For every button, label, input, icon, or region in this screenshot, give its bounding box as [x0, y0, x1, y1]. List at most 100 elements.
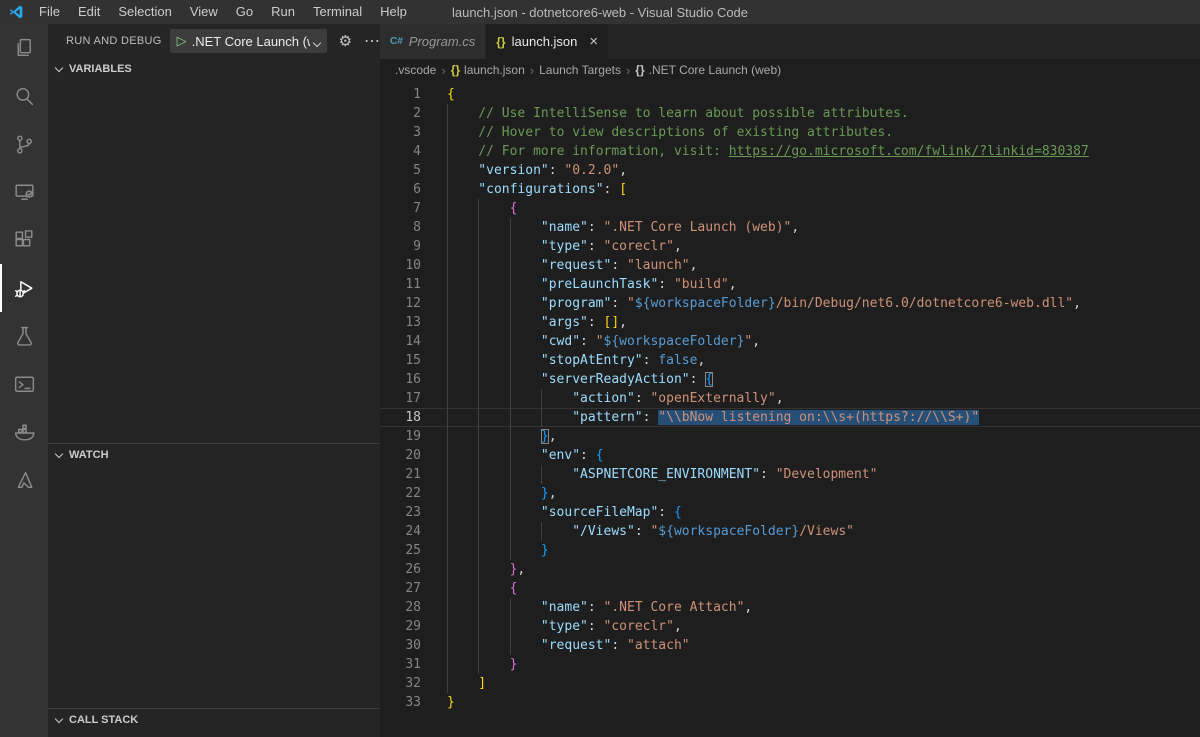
- line-number[interactable]: 1: [380, 85, 421, 104]
- menu-terminal[interactable]: Terminal: [304, 0, 371, 24]
- line-number[interactable]: 18: [380, 408, 421, 427]
- line-number[interactable]: 6: [380, 180, 421, 199]
- code-editor[interactable]: 1{2// Use IntelliSense to learn about po…: [380, 81, 1200, 737]
- line-number[interactable]: 28: [380, 598, 421, 617]
- run-and-debug-icon[interactable]: [0, 264, 48, 312]
- code-line[interactable]: 5"version": "0.2.0",: [380, 161, 1200, 180]
- remote-explorer-icon[interactable]: [0, 168, 48, 216]
- section-variables[interactable]: VARIABLES: [48, 58, 380, 80]
- code-line[interactable]: 29"type": "coreclr",: [380, 617, 1200, 636]
- testing-icon[interactable]: [0, 312, 48, 360]
- code-line[interactable]: 2// Use IntelliSense to learn about poss…: [380, 104, 1200, 123]
- line-number[interactable]: 25: [380, 541, 421, 560]
- code-line[interactable]: 31}: [380, 655, 1200, 674]
- gear-icon[interactable]: ⚙: [339, 32, 352, 50]
- more-actions-icon[interactable]: ⋯: [364, 31, 381, 51]
- line-number[interactable]: 2: [380, 104, 421, 123]
- code-line[interactable]: 24"/Views": "${workspaceFolder}/Views": [380, 522, 1200, 541]
- docker-icon[interactable]: [0, 408, 48, 456]
- search-icon[interactable]: [0, 72, 48, 120]
- line-number[interactable]: 32: [380, 674, 421, 693]
- source-control-icon[interactable]: [0, 120, 48, 168]
- line-number[interactable]: 29: [380, 617, 421, 636]
- line-number[interactable]: 15: [380, 351, 421, 370]
- code-line[interactable]: 3// Hover to view descriptions of existi…: [380, 123, 1200, 142]
- code-line[interactable]: 8"name": ".NET Core Launch (web)",: [380, 218, 1200, 237]
- line-number[interactable]: 4: [380, 142, 421, 161]
- line-number[interactable]: 3: [380, 123, 421, 142]
- breadcrumb-item[interactable]: .vscode: [395, 63, 436, 77]
- breadcrumb-item[interactable]: Launch Targets: [539, 63, 621, 77]
- section-watch[interactable]: WATCH: [48, 443, 380, 466]
- menu-edit[interactable]: Edit: [69, 0, 109, 24]
- powershell-icon[interactable]: [0, 360, 48, 408]
- line-number[interactable]: 24: [380, 522, 421, 541]
- code-line[interactable]: 19},: [380, 427, 1200, 446]
- breadcrumb-item[interactable]: {}.NET Core Launch (web): [635, 63, 781, 77]
- start-debug-icon[interactable]: ▷: [177, 33, 187, 49]
- extensions-icon[interactable]: [0, 216, 48, 264]
- code-line[interactable]: 21"ASPNETCORE_ENVIRONMENT": "Development…: [380, 465, 1200, 484]
- code-line[interactable]: 4// For more information, visit: https:/…: [380, 142, 1200, 161]
- tab-program-cs[interactable]: C#Program.cs: [380, 24, 486, 59]
- code-line[interactable]: 27{: [380, 579, 1200, 598]
- line-number[interactable]: 14: [380, 332, 421, 351]
- line-number[interactable]: 17: [380, 389, 421, 408]
- code-line[interactable]: 25}: [380, 541, 1200, 560]
- line-number[interactable]: 7: [380, 199, 421, 218]
- line-number[interactable]: 20: [380, 446, 421, 465]
- code-line[interactable]: 33}: [380, 693, 1200, 712]
- line-number[interactable]: 9: [380, 237, 421, 256]
- menu-run[interactable]: Run: [262, 0, 304, 24]
- tab-launch-json[interactable]: {}launch.json×: [486, 24, 609, 59]
- code-line[interactable]: 20"env": {: [380, 446, 1200, 465]
- line-number[interactable]: 11: [380, 275, 421, 294]
- code-line[interactable]: 9"type": "coreclr",: [380, 237, 1200, 256]
- launch-config-dropdown[interactable]: ▷ .NET Core Launch (web): [170, 29, 327, 53]
- explorer-icon[interactable]: [0, 24, 48, 72]
- line-number[interactable]: 27: [380, 579, 421, 598]
- line-number[interactable]: 10: [380, 256, 421, 275]
- code-line[interactable]: 14"cwd": "${workspaceFolder}",: [380, 332, 1200, 351]
- line-number[interactable]: 12: [380, 294, 421, 313]
- line-number[interactable]: 5: [380, 161, 421, 180]
- code-line[interactable]: 12"program": "${workspaceFolder}/bin/Deb…: [380, 294, 1200, 313]
- azure-icon[interactable]: [0, 456, 48, 504]
- code-line[interactable]: 13"args": [],: [380, 313, 1200, 332]
- indent-guide: [447, 560, 478, 579]
- code-line[interactable]: 16"serverReadyAction": {: [380, 370, 1200, 389]
- line-number[interactable]: 26: [380, 560, 421, 579]
- code-line[interactable]: 6"configurations": [: [380, 180, 1200, 199]
- section-call-stack[interactable]: CALL STACK: [48, 708, 380, 731]
- line-number[interactable]: 19: [380, 427, 421, 446]
- line-number[interactable]: 13: [380, 313, 421, 332]
- close-icon[interactable]: ×: [589, 34, 598, 49]
- code-line[interactable]: 7{: [380, 199, 1200, 218]
- menu-help[interactable]: Help: [371, 0, 416, 24]
- code-line[interactable]: 26},: [380, 560, 1200, 579]
- line-number[interactable]: 16: [380, 370, 421, 389]
- line-number[interactable]: 8: [380, 218, 421, 237]
- code-line[interactable]: 28"name": ".NET Core Attach",: [380, 598, 1200, 617]
- code-line[interactable]: 18"pattern": "\\bNow listening on:\\s+(h…: [380, 408, 1200, 427]
- code-line[interactable]: 11"preLaunchTask": "build",: [380, 275, 1200, 294]
- code-line[interactable]: 22},: [380, 484, 1200, 503]
- line-number[interactable]: 22: [380, 484, 421, 503]
- code-line[interactable]: 23"sourceFileMap": {: [380, 503, 1200, 522]
- line-number[interactable]: 23: [380, 503, 421, 522]
- menu-selection[interactable]: Selection: [109, 0, 180, 24]
- code-line[interactable]: 30"request": "attach": [380, 636, 1200, 655]
- line-number[interactable]: 30: [380, 636, 421, 655]
- menu-view[interactable]: View: [181, 0, 227, 24]
- code-line[interactable]: 32]: [380, 674, 1200, 693]
- breadcrumb-item[interactable]: {}launch.json: [451, 63, 525, 77]
- code-line[interactable]: 1{: [380, 85, 1200, 104]
- code-line[interactable]: 17"action": "openExternally",: [380, 389, 1200, 408]
- line-number[interactable]: 21: [380, 465, 421, 484]
- line-number[interactable]: 31: [380, 655, 421, 674]
- code-line[interactable]: 15"stopAtEntry": false,: [380, 351, 1200, 370]
- menu-go[interactable]: Go: [227, 0, 262, 24]
- menu-file[interactable]: File: [30, 0, 69, 24]
- code-line[interactable]: 10"request": "launch",: [380, 256, 1200, 275]
- line-number[interactable]: 33: [380, 693, 421, 712]
